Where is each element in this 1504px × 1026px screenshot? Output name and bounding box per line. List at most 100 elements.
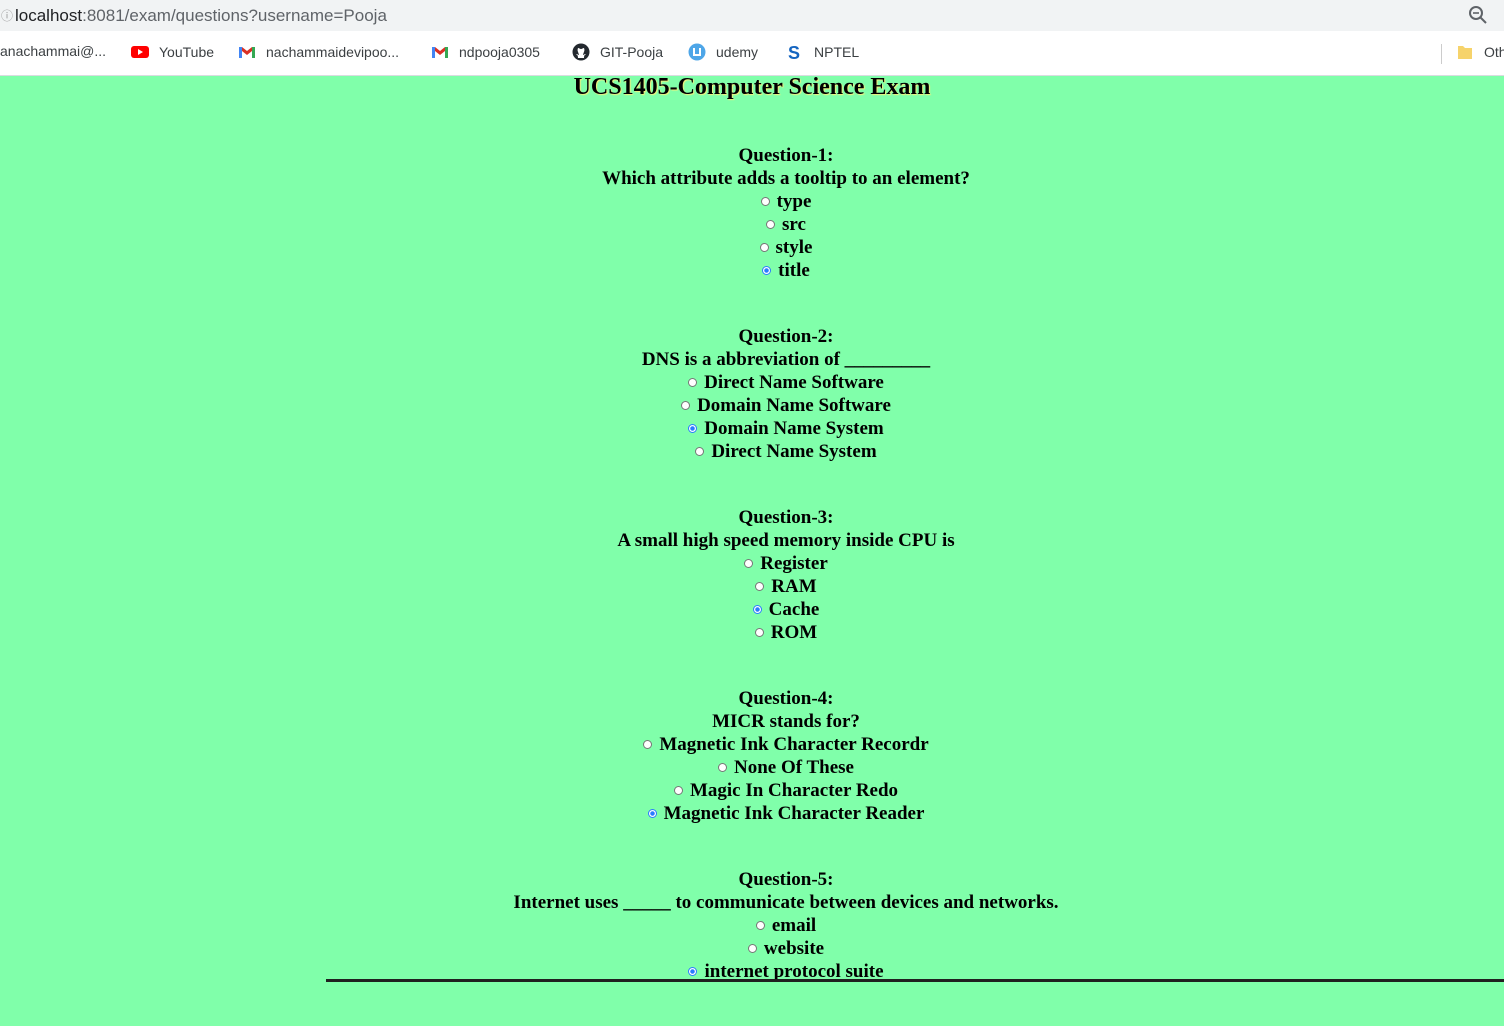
option-label: style [775, 237, 813, 258]
bookmark-anachammai[interactable]: anachammai@... [0, 43, 106, 59]
answer-option[interactable]: Register [0, 552, 1504, 575]
radio-button[interactable] [681, 401, 691, 411]
radio-button[interactable] [755, 921, 765, 931]
answer-option[interactable]: website [0, 937, 1504, 960]
gmail-icon [432, 47, 448, 58]
option-label: email [771, 915, 817, 936]
question-text: A small high speed memory inside CPU is [617, 530, 955, 551]
option-label: Domain Name System [704, 418, 884, 439]
answer-option[interactable]: ROM [0, 621, 1504, 644]
radio-button[interactable] [754, 628, 764, 638]
radio-button-selected[interactable] [752, 605, 762, 615]
url-path: :8081/exam/questions?username=Pooja [82, 5, 387, 25]
radio-button[interactable] [695, 447, 705, 457]
question-heading: Question-2: [738, 326, 834, 347]
bookmark-label: Oth [1484, 44, 1504, 60]
gmail-icon [239, 47, 255, 58]
bookmarks-bar: anachammai@... YouTube nachammaidevipoo.… [0, 31, 1504, 76]
radio-button[interactable] [744, 559, 754, 569]
answer-option[interactable]: src [0, 213, 1504, 236]
answer-option[interactable]: Magnetic Ink Character Reader [0, 802, 1504, 825]
answer-option[interactable]: email [0, 914, 1504, 937]
bookmark-youtube[interactable]: YouTube [131, 43, 214, 61]
option-label: type [776, 191, 812, 212]
page-title: UCS1405-Computer Science Exam [573, 74, 931, 100]
url-text[interactable]: localhost:8081/exam/questions?username=P… [15, 6, 387, 26]
bookmark-gmail-1[interactable]: nachammaidevipoo... [238, 43, 399, 61]
answer-option[interactable]: style [0, 236, 1504, 259]
bookmark-label: udemy [716, 44, 759, 60]
site-info-icon[interactable]: ⓘ [0, 7, 15, 24]
option-label: Magic In Character Redo [689, 780, 899, 801]
option-label: Direct Name System [711, 441, 877, 462]
question-text: MICR stands for? [712, 711, 860, 732]
question-heading: Question-1: [738, 145, 834, 166]
address-bar[interactable]: ⓘ localhost:8081/exam/questions?username… [0, 0, 1504, 31]
youtube-icon [131, 46, 149, 58]
radio-button[interactable] [759, 243, 769, 253]
radio-button[interactable] [747, 944, 757, 954]
question-block-2: Question-2: DNS is a abbreviation of ____… [0, 325, 1504, 463]
option-label: src [782, 214, 806, 235]
url-host: localhost [15, 5, 83, 25]
radio-button-selected[interactable] [688, 967, 698, 977]
answer-option[interactable]: title [0, 259, 1504, 282]
option-label: None Of These [734, 757, 854, 778]
radio-button[interactable] [673, 786, 683, 796]
answer-option[interactable]: RAM [0, 575, 1504, 598]
question-block-4: Question-4: MICR stands for? Magnetic Ink … [0, 687, 1504, 825]
bookmark-udemy[interactable]: udemy [688, 43, 758, 61]
svg-text:S: S [788, 43, 800, 61]
option-label: Direct Name Software [704, 372, 884, 393]
bookmark-other[interactable]: Oth [1456, 43, 1504, 61]
bookmark-label: anachammai@... [0, 43, 107, 59]
radio-button[interactable] [718, 763, 727, 773]
bookmark-nptel[interactable]: S NPTEL [786, 43, 859, 61]
question-block-5: Question-5: Internet uses _____ to commun… [0, 868, 1504, 983]
answer-option[interactable]: Magic In Character Redo [0, 779, 1504, 802]
question-heading: Question-3: [738, 507, 834, 528]
radio-button-selected[interactable] [647, 809, 657, 819]
answer-option[interactable]: Domain Name Software [0, 394, 1504, 417]
option-label: Magnetic Ink Character Reader [663, 803, 925, 824]
option-label: Magnetic Ink Character Recordr [659, 734, 929, 755]
bookmark-gmail-2[interactable]: ndpooja0305 [431, 43, 540, 61]
github-icon [572, 43, 590, 61]
radio-button[interactable] [760, 197, 770, 207]
answer-option[interactable]: Domain Name System [0, 417, 1504, 440]
radio-button[interactable] [766, 220, 776, 230]
bookmark-label: YouTube [159, 44, 215, 60]
question-block-3: Question-3: A small high speed memory ins… [0, 506, 1504, 644]
option-label: Cache [768, 599, 820, 620]
question-heading: Question-4: [738, 688, 834, 709]
radio-button[interactable] [643, 740, 653, 750]
bookmark-github[interactable]: GIT-Pooja [572, 43, 663, 61]
bookmark-label: NPTEL [814, 44, 860, 60]
bookmark-label: GIT-Pooja [600, 44, 664, 60]
radio-button-selected[interactable] [688, 424, 698, 434]
option-label: Domain Name Software [697, 395, 891, 416]
question-text: DNS is a abbreviation of _________ [641, 349, 931, 370]
bookmarks-divider [1441, 44, 1442, 64]
zoom-icon[interactable] [1468, 5, 1488, 25]
radio-button[interactable] [755, 582, 765, 592]
question-block-1: Question-1: Which attribute adds a toolti… [0, 144, 1504, 282]
answer-option[interactable]: Direct Name Software [0, 371, 1504, 394]
answer-option[interactable]: Direct Name System [0, 440, 1504, 463]
option-label: RAM [771, 576, 817, 597]
answer-option[interactable]: Cache [0, 598, 1504, 621]
udemy-icon [688, 43, 706, 61]
answer-option[interactable]: type [0, 190, 1504, 213]
nptel-icon: S [788, 43, 800, 61]
answer-option[interactable]: None Of These [0, 756, 1504, 779]
option-label: Register [760, 553, 828, 574]
answer-option[interactable]: Magnetic Ink Character Recordr [0, 733, 1504, 756]
question-text: Internet uses _____ to communicate betwe… [513, 892, 1059, 913]
radio-button[interactable] [688, 378, 698, 388]
radio-button-selected[interactable] [762, 266, 772, 276]
question-text: Which attribute adds a tooltip to an ele… [602, 168, 970, 189]
bookmark-label: ndpooja0305 [459, 44, 540, 60]
option-label: title [778, 260, 810, 281]
question-heading: Question-5: [738, 869, 834, 890]
folder-icon [1458, 46, 1472, 59]
